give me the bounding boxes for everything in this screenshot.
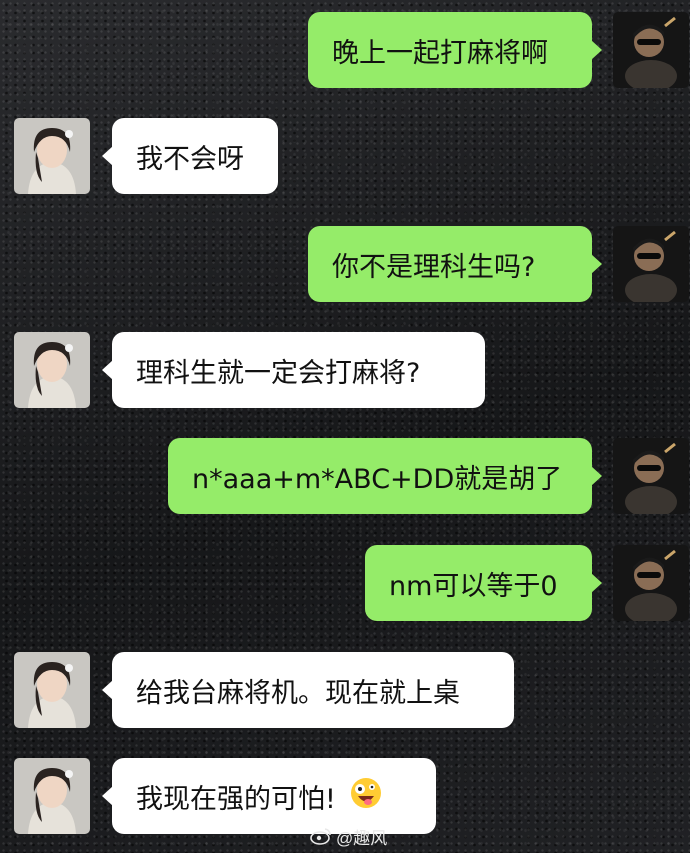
message-text: 理科生就一定会打麻将? <box>136 357 421 389</box>
message-text: 给我台麻将机。现在就上桌 <box>136 677 460 709</box>
watermark: @趣风 <box>310 824 387 848</box>
message-text: 晚上一起打麻将啊 <box>332 37 548 69</box>
message-bubble[interactable]: n*aaa+m*ABC+DD就是胡了 <box>168 438 602 514</box>
message-bubble[interactable]: 理科生就一定会打麻将? <box>102 332 485 408</box>
weibo-logo-icon <box>310 828 331 845</box>
avatar-contact[interactable] <box>14 332 90 408</box>
avatar-me[interactable] <box>613 12 689 88</box>
message-text: 你不是理科生吗? <box>332 251 536 283</box>
message-text: 我现在强的可怕! <box>136 783 336 815</box>
message-bubble[interactable]: 我不会呀 <box>102 118 278 194</box>
message-bubble[interactable]: 你不是理科生吗? <box>308 226 602 302</box>
message-text: n*aaa+m*ABC+DD就是胡了 <box>192 463 563 495</box>
avatar-me[interactable] <box>613 226 689 302</box>
avatar-contact[interactable] <box>14 758 90 834</box>
message-bubble[interactable]: nm可以等于0 <box>365 545 602 621</box>
message-bubble[interactable]: 我现在强的可怕! <box>102 758 436 834</box>
avatar-contact[interactable] <box>14 118 90 194</box>
avatar-me[interactable] <box>613 438 689 514</box>
message-bubble[interactable]: 晚上一起打麻将啊 <box>308 12 602 88</box>
avatar-contact[interactable] <box>14 652 90 728</box>
watermark-text: @趣风 <box>336 828 388 848</box>
message-text: nm可以等于0 <box>389 570 558 602</box>
avatar-me[interactable] <box>613 545 689 621</box>
message-text: 我不会呀 <box>136 143 244 175</box>
message-bubble[interactable]: 给我台麻将机。现在就上桌 <box>102 652 514 728</box>
crazy-face-emoji-icon <box>350 777 382 816</box>
